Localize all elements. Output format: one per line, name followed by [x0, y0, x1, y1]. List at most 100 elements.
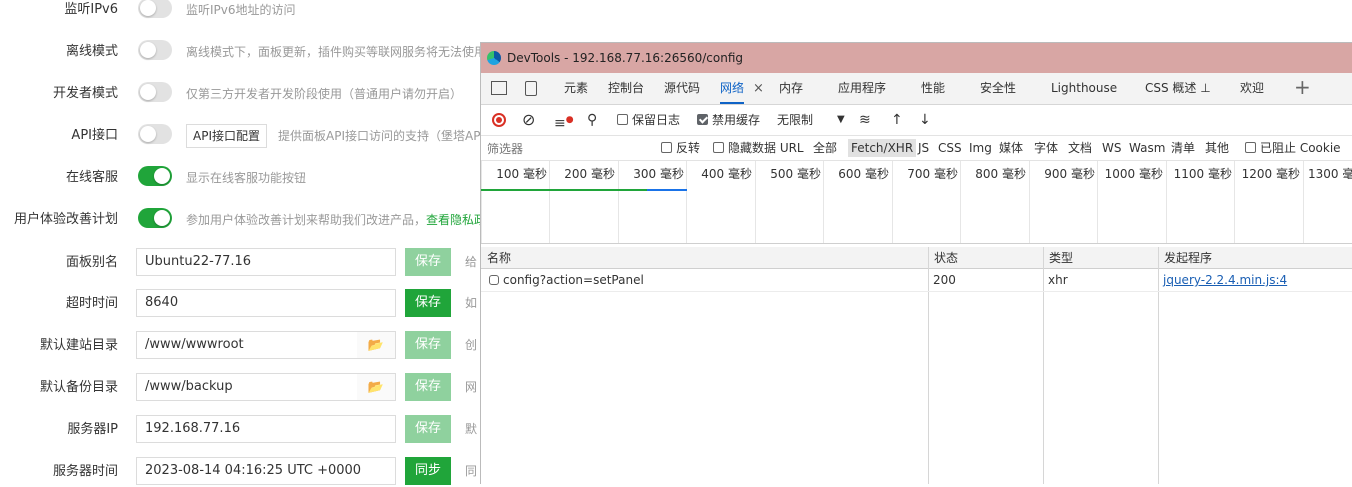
- filter-img[interactable]: Img: [969, 136, 992, 160]
- timeline-tick: 200 毫秒: [549, 161, 618, 243]
- network-timeline-overview[interactable]: 100 毫秒 200 毫秒 300 毫秒 400 毫秒 500 毫秒 600 毫…: [481, 161, 1352, 244]
- request-name[interactable]: config?action=setPanel: [489, 269, 644, 291]
- backup-dir-trail: 网: [465, 380, 478, 394]
- search-icon[interactable]: ⚲: [587, 105, 597, 135]
- filter-all[interactable]: 全部: [813, 136, 837, 160]
- inspect-element-icon[interactable]: [491, 81, 507, 95]
- column-initiator[interactable]: 发起程序: [1158, 247, 1352, 269]
- timeline-tick: 900 毫秒: [1029, 161, 1098, 243]
- api-label: API接口: [71, 128, 118, 143]
- filter-media[interactable]: 媒体: [999, 136, 1023, 160]
- ipv6-toggle[interactable]: [138, 0, 172, 18]
- download-icon[interactable]: ↓: [919, 105, 931, 135]
- tab-elements[interactable]: 元素: [564, 73, 588, 104]
- tab-application[interactable]: 应用程序: [838, 73, 886, 104]
- disable-cache-checkbox[interactable]: 禁用缓存: [697, 105, 760, 135]
- timeout-trail: 如: [465, 296, 478, 310]
- site-dir-input[interactable]: /www/wwwroot: [136, 331, 358, 359]
- tab-security[interactable]: 安全性: [980, 73, 1016, 104]
- request-initiator[interactable]: jquery-2.2.4.min.js:4: [1163, 269, 1287, 291]
- server-ip-label: 服务器IP: [67, 422, 118, 437]
- folder-icon[interactable]: 📂: [357, 373, 396, 401]
- tab-css-overview[interactable]: CSS 概述 ⊥: [1145, 73, 1211, 104]
- backup-dir-input[interactable]: /www/backup: [136, 373, 358, 401]
- column-type[interactable]: 类型: [1043, 247, 1158, 269]
- filter-ws[interactable]: WS: [1102, 136, 1121, 160]
- alias-input[interactable]: Ubuntu22-77.16: [136, 248, 396, 276]
- alias-save-button[interactable]: 保存: [405, 248, 451, 276]
- hide-data-url-checkbox[interactable]: 隐藏数据 URL: [713, 136, 804, 160]
- network-filterbar: 反转 隐藏数据 URL 全部 Fetch/XHR JS CSS Img 媒体 字…: [481, 136, 1352, 161]
- throttle-select[interactable]: 无限制: [777, 105, 813, 135]
- chevron-down-icon[interactable]: ▼: [837, 105, 845, 135]
- hide-data-url-box: [713, 142, 724, 153]
- timeline-tick: 500 毫秒: [755, 161, 824, 243]
- invert-box: [661, 142, 672, 153]
- filter-fetch-xhr[interactable]: Fetch/XHR: [848, 139, 917, 157]
- api-toggle[interactable]: [138, 124, 172, 144]
- service-label: 在线客服: [65, 170, 118, 185]
- devtools-titlebar[interactable]: DevTools - 192.168.77.16:26560/config: [481, 43, 1352, 73]
- server-time-trail: 同: [465, 464, 478, 478]
- server-ip-input[interactable]: 192.168.77.16: [136, 415, 396, 443]
- server-ip-save-button[interactable]: 保存: [405, 415, 451, 443]
- network-toolbar: ⊘ ≡● ⚲ 保留日志 禁用缓存 无限制 ▼ ≋ ↑ ↓: [481, 105, 1352, 136]
- api-config-button[interactable]: API接口配置: [186, 124, 267, 148]
- preserve-log-checkbox[interactable]: 保留日志: [617, 105, 680, 135]
- preserve-log-label: 保留日志: [632, 113, 681, 127]
- tab-memory[interactable]: 内存: [779, 73, 803, 104]
- backup-dir-save-button[interactable]: 保存: [405, 373, 451, 401]
- tab-network[interactable]: 网络: [720, 73, 745, 104]
- filter-font[interactable]: 字体: [1034, 136, 1058, 160]
- ux-toggle[interactable]: [138, 208, 172, 228]
- request-status: 200: [933, 273, 956, 287]
- developer-toggle[interactable]: [138, 82, 172, 102]
- add-tab-icon[interactable]: +: [1294, 73, 1311, 102]
- site-dir-save-button[interactable]: 保存: [405, 331, 451, 359]
- server-time-sync-button[interactable]: 同步: [405, 457, 451, 485]
- folder-icon[interactable]: 📂: [357, 331, 396, 359]
- upload-icon[interactable]: ↑: [891, 105, 903, 135]
- server-time-input[interactable]: 2023-08-14 04:16:25 UTC +0000: [136, 457, 396, 485]
- timeline-download-bar: [647, 189, 687, 191]
- timeline-waiting-bar: [481, 189, 647, 191]
- timeout-save-button[interactable]: 保存: [405, 289, 451, 317]
- filter-doc[interactable]: 文档: [1068, 136, 1092, 160]
- offline-label: 离线模式: [65, 44, 118, 59]
- tab-welcome[interactable]: 欢迎: [1240, 73, 1264, 104]
- filter-icon[interactable]: ≡●: [554, 105, 574, 139]
- tab-lighthouse[interactable]: Lighthouse: [1051, 73, 1117, 104]
- devtools-title: DevTools - 192.168.77.16:26560/config: [507, 51, 744, 65]
- service-toggle[interactable]: [138, 166, 172, 186]
- invert-checkbox[interactable]: 反转: [661, 136, 700, 160]
- blocked-cookie-checkbox[interactable]: 已阻止 Cookie: [1245, 136, 1341, 160]
- column-name[interactable]: 名称: [481, 247, 928, 269]
- initiator-link[interactable]: jquery-2.2.4.min.js:4: [1163, 273, 1287, 287]
- edge-browser-icon: [487, 51, 501, 65]
- close-tab-icon[interactable]: ×: [753, 73, 764, 104]
- column-status[interactable]: 状态: [928, 247, 1043, 269]
- throttle-value: 无限制: [777, 113, 814, 127]
- tab-sources[interactable]: 源代码: [664, 73, 700, 104]
- disable-cache-label: 禁用缓存: [712, 113, 761, 127]
- filter-wasm[interactable]: Wasm: [1129, 136, 1165, 160]
- request-checkbox[interactable]: [489, 274, 499, 285]
- filter-input[interactable]: [485, 138, 653, 160]
- blocked-cookie-label: 已阻止 Cookie: [1260, 141, 1341, 155]
- filter-other[interactable]: 其他: [1205, 136, 1229, 160]
- ux-desc-text: 参加用户体验改善计划来帮助我们改进产品，: [186, 213, 427, 227]
- tab-performance[interactable]: 性能: [921, 73, 945, 104]
- alias-trail: 给: [465, 255, 478, 269]
- record-icon[interactable]: [492, 113, 506, 127]
- device-toolbar-icon[interactable]: [525, 81, 537, 96]
- filter-manifest[interactable]: 清单: [1171, 136, 1195, 160]
- clear-icon[interactable]: ⊘: [522, 105, 535, 135]
- offline-toggle[interactable]: [138, 40, 172, 60]
- timeout-input[interactable]: 8640: [136, 289, 396, 317]
- timeline-tick: 1200 毫秒: [1234, 161, 1303, 243]
- network-conditions-icon[interactable]: ≋: [859, 105, 871, 135]
- timeline-tick: 1300 毫秒: [1303, 161, 1352, 243]
- filter-js[interactable]: JS: [918, 136, 929, 160]
- tab-console[interactable]: 控制台: [608, 73, 644, 104]
- filter-css[interactable]: CSS: [938, 136, 962, 160]
